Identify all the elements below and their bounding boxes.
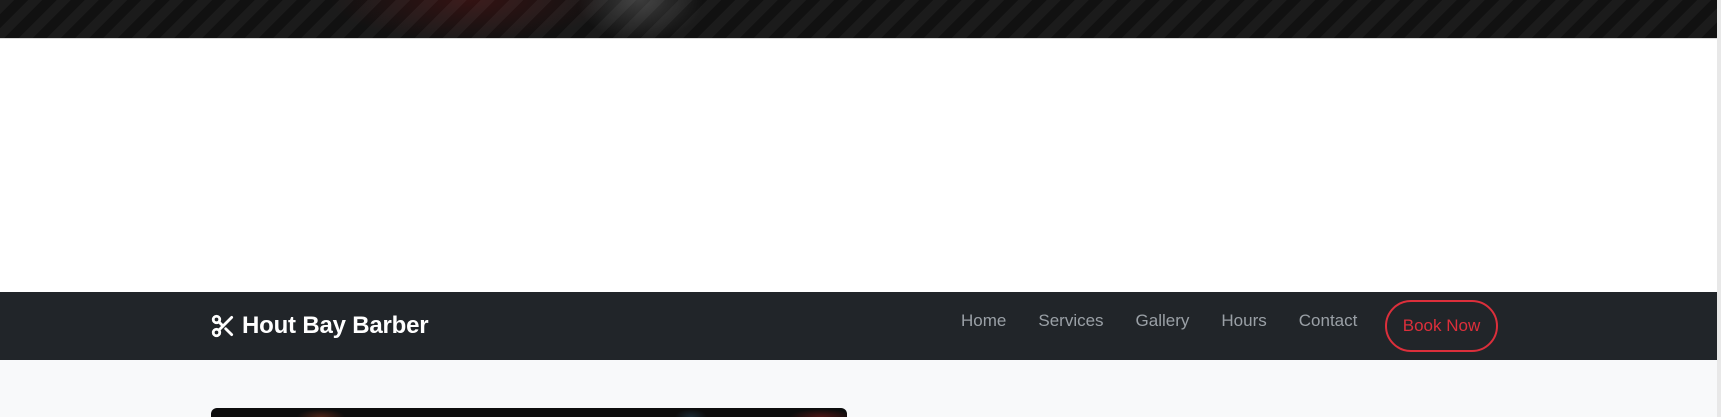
- nav-link-contact[interactable]: Contact: [1283, 311, 1374, 331]
- brand-link[interactable]: Hout Bay Barber: [210, 292, 429, 360]
- gallery-image-card: [211, 408, 847, 417]
- hero-image-bottom: [0, 0, 1721, 38]
- nav-link-services[interactable]: Services: [1022, 311, 1119, 331]
- section-divider: [0, 38, 1721, 39]
- main-navbar: Hout Bay Barber Home Services Gallery Ho…: [0, 292, 1717, 360]
- scissors-icon: [210, 313, 236, 339]
- nav-link-home[interactable]: Home: [945, 311, 1022, 331]
- book-now-button[interactable]: Book Now: [1385, 300, 1498, 352]
- nav-link-gallery[interactable]: Gallery: [1120, 311, 1206, 331]
- nav-links: Home Services Gallery Hours Contact: [945, 292, 1373, 360]
- page-scrollbar[interactable]: [1717, 0, 1721, 417]
- brand-name: Hout Bay Barber: [242, 312, 429, 339]
- nav-link-hours[interactable]: Hours: [1205, 311, 1282, 331]
